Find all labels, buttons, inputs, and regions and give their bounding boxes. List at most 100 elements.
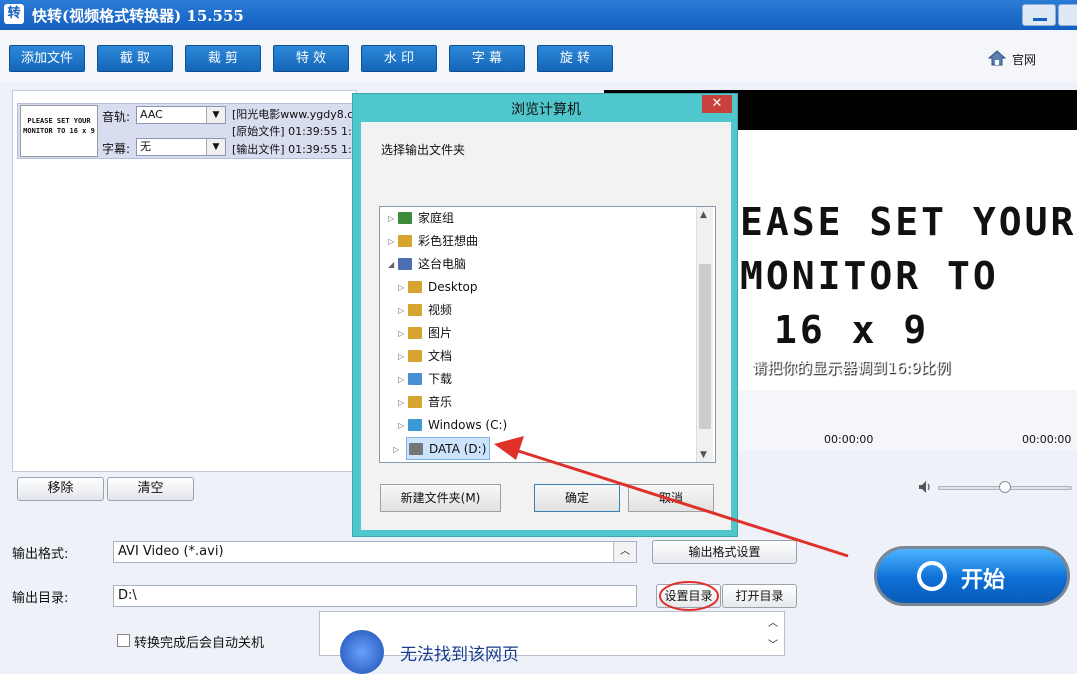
dialog-prompt: 选择输出文件夹 (381, 143, 466, 157)
thumbnail-text: PLEASE SET YOUR MONITOR TO 16 x 9 (23, 117, 95, 135)
clear-button[interactable]: 清空 (107, 477, 194, 501)
auto-shutdown-label: 转换完成后会自动关机 (134, 636, 265, 651)
collapsed-arrow-icon[interactable]: ▷ (398, 414, 404, 437)
info-panel-text: 无法找到该网页 (400, 645, 519, 665)
tree-node[interactable]: ▷ 视频 (380, 299, 710, 322)
preview-line: EASE SET YOUR (740, 200, 1077, 244)
scroll-down-icon[interactable]: ▼ (700, 450, 707, 460)
rotate-button[interactable]: 旋 转 (537, 45, 613, 72)
tree-node-label: Desktop (428, 280, 478, 294)
tree-scrollbar-thumb[interactable] (699, 264, 711, 429)
trim-button[interactable]: 截 取 (97, 45, 173, 72)
output-format-select[interactable]: AVI Video (*.avi) ︿ (113, 541, 637, 563)
chevron-down-icon: ▼ (206, 107, 225, 123)
total-time: 00:00:00 (1022, 433, 1072, 446)
effects-button[interactable]: 特 效 (273, 45, 349, 72)
scroll-up-icon[interactable]: ▲ (700, 210, 707, 220)
official-site-link[interactable]: 官网 (1012, 51, 1036, 68)
video-thumbnail: PLEASE SET YOUR MONITOR TO 16 x 9 (20, 105, 98, 157)
volume-slider-handle[interactable] (999, 481, 1011, 493)
collapsed-arrow-icon[interactable]: ▷ (398, 345, 404, 368)
tree-node-label: 下载 (428, 372, 453, 386)
subtitle-select[interactable]: 无 ▼ (136, 138, 226, 156)
output-format-label: 输出格式: (12, 547, 69, 562)
tree-node[interactable]: ▷ Desktop (380, 276, 710, 299)
app-icon: 转 (4, 4, 24, 24)
tree-node-label: 音乐 (428, 395, 453, 409)
expanded-arrow-icon[interactable]: ◢ (388, 253, 394, 276)
chevron-down-icon: ▼ (206, 139, 225, 155)
folder-icon (408, 350, 422, 362)
start-button-label: 开始 (961, 568, 1006, 593)
toolbar: 添加文件 截 取 裁 剪 特 效 水 印 字 幕 旋 转 官网 (0, 30, 1077, 82)
preview-frame-text: EASE SET YOUR MONITOR TO 16 x 9 (740, 195, 1077, 357)
tree-node-label: 文档 (428, 349, 453, 363)
tree-node[interactable]: ▷ DATA (D:) (393, 437, 490, 460)
crop-button[interactable]: 裁 剪 (185, 45, 261, 72)
folder-tree[interactable]: ▷ 家庭组 ▷ 彩色狂想曲 ◢ 这台电脑 ▷ Desktop ▷ 视频 ▷ 图片 ▷ 文档 ▷ 下载 ▷ 音乐 ▷ W… (379, 206, 716, 463)
scroll-down-icon[interactable]: ﹀ (768, 636, 778, 651)
tree-node[interactable]: ▷ 音乐 (380, 391, 710, 414)
set-dir-button[interactable]: 设置目录 (656, 584, 721, 608)
tree-node[interactable]: ▷ 下载 (380, 368, 710, 391)
collapsed-arrow-icon[interactable]: ▷ (388, 230, 394, 253)
watermark-button[interactable]: 水 印 (361, 45, 437, 72)
remove-button[interactable]: 移除 (17, 477, 104, 501)
add-file-button[interactable]: 添加文件 (9, 45, 85, 72)
folder-icon (398, 235, 412, 247)
subtitle-label: 字幕: (102, 142, 131, 156)
output-file-info: [输出文件] 01:39:55 1: (232, 143, 352, 156)
minimize-button[interactable] (1022, 4, 1056, 26)
subtitle-value: 无 (140, 140, 151, 153)
dialog-close-button[interactable]: ✕ (702, 95, 732, 113)
refresh-icon (917, 561, 947, 591)
volume-icon[interactable] (918, 480, 932, 494)
dialog-body: 选择输出文件夹 ▷ 家庭组 ▷ 彩色狂想曲 ◢ 这台电脑 ▷ Desktop ▷ 视频 ▷ 图片 ▷ 文档… (361, 122, 731, 530)
tree-node-label: DATA (D:) (429, 442, 487, 456)
tree-node-label: 图片 (428, 326, 453, 340)
output-dir-input[interactable]: D:\ (113, 585, 637, 607)
maximize-button[interactable] (1058, 4, 1077, 26)
subtitle-button[interactable]: 字 幕 (449, 45, 525, 72)
collapsed-arrow-icon[interactable]: ▷ (388, 207, 394, 230)
tree-node[interactable]: ◢ 这台电脑 (380, 253, 710, 276)
folder-icon (408, 281, 422, 293)
tree-node[interactable]: ▷ 图片 (380, 322, 710, 345)
folder-icon (408, 373, 422, 385)
output-format-settings-button[interactable]: 输出格式设置 (652, 540, 797, 564)
scroll-up-icon[interactable]: ︿ (768, 614, 778, 629)
new-folder-button[interactable]: 新建文件夹(M) (380, 484, 501, 512)
cancel-button[interactable]: 取消 (628, 484, 714, 512)
tree-node-label: 视频 (428, 303, 453, 317)
tree-node[interactable]: ▷ Windows (C:) (380, 414, 710, 437)
home-icon[interactable] (988, 50, 1006, 66)
dialog-title: 浏览计算机 (511, 102, 581, 118)
chevron-up-icon: ︿ (613, 542, 636, 562)
collapsed-arrow-icon[interactable]: ▷ (398, 391, 404, 414)
tree-node-label: 彩色狂想曲 (418, 234, 479, 248)
auto-shutdown-checkbox[interactable] (117, 634, 130, 647)
folder-icon (408, 327, 422, 339)
ok-button[interactable]: 确定 (534, 484, 620, 512)
file-name-info: [阳光电影www.ygdy8.co (232, 108, 354, 121)
start-button[interactable]: 开始 (874, 546, 1070, 606)
folder-icon (398, 258, 412, 270)
tree-node[interactable]: ▷ 彩色狂想曲 (380, 230, 710, 253)
tree-node[interactable]: ▷ 文档 (380, 345, 710, 368)
tree-node[interactable]: ▷ 家庭组 (380, 207, 710, 230)
source-file-info: [原始文件] 01:39:55 1: (232, 125, 352, 138)
output-format-value: AVI Video (*.avi) (118, 544, 224, 559)
tree-node-label: 家庭组 (418, 211, 455, 225)
preview-line: 16 x 9 (774, 308, 930, 352)
audio-track-select[interactable]: AAC ▼ (136, 106, 226, 124)
title-bar: 转 快转(视频格式转换器) 15.555 (0, 0, 1077, 30)
collapsed-arrow-icon[interactable]: ▷ (398, 322, 404, 345)
collapsed-arrow-icon[interactable]: ▷ (398, 368, 404, 391)
preview-line: MONITOR TO (740, 254, 999, 298)
collapsed-arrow-icon[interactable]: ▷ (398, 299, 404, 322)
collapsed-arrow-icon[interactable]: ▷ (393, 438, 399, 461)
info-icon (340, 630, 384, 674)
open-dir-button[interactable]: 打开目录 (722, 584, 797, 608)
collapsed-arrow-icon[interactable]: ▷ (398, 276, 404, 299)
info-panel: 无法找到该网页 ︿ ﹀ (319, 611, 785, 674)
